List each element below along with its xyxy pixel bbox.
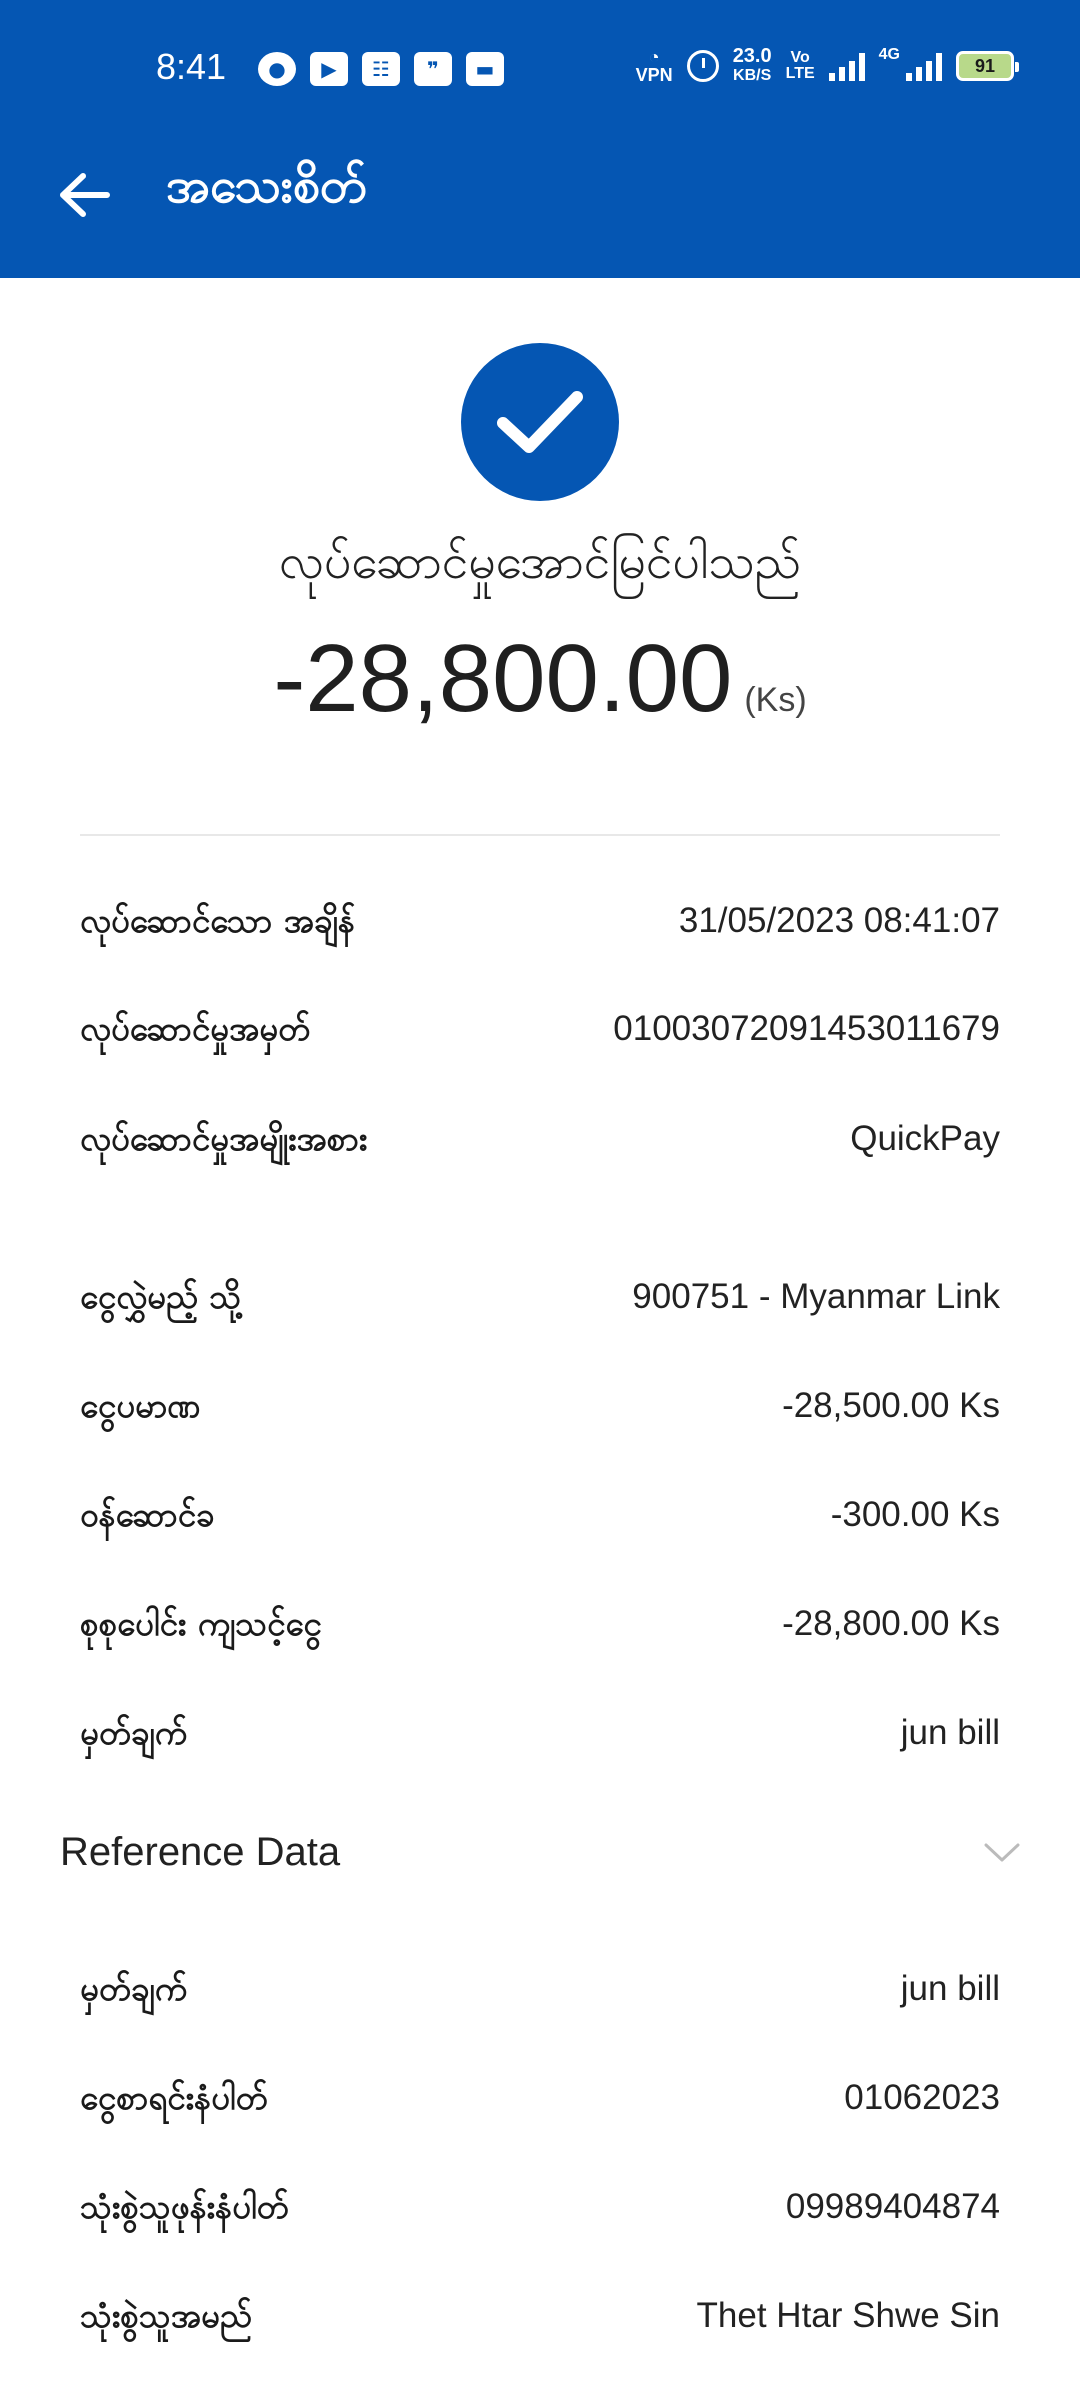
reference-label: မှတ်ချက်: [80, 1969, 188, 2008]
reference-row-customer-name: သုံးစွဲသူအမည် Thet Htar Shwe Sin: [80, 2293, 1000, 2339]
divider: [80, 834, 1000, 836]
status-time: 8:41: [156, 46, 227, 87]
alarm-icon: [686, 50, 719, 82]
back-button[interactable]: [50, 160, 120, 230]
battery-icon: 91: [956, 51, 1019, 81]
youtube-icon: ▶: [310, 52, 348, 86]
reference-label: သုံးစွဲသူဖုန်းနံပါတ်: [80, 2187, 289, 2226]
system-icons: ◔ VPN 23.0 KB/S Vo LTE 4G 91: [635, 46, 1019, 86]
detail-value: -28,800.00 Ks: [782, 1604, 1000, 1643]
chat-bubble-icon: ●: [258, 52, 296, 86]
status-bar: 8:41 ● ▶ ☷ ❞ ▬ ◔ VPN 23.0 KB/S Vo LTE 4G …: [0, 40, 1080, 100]
amount-value: -28,800.00: [273, 625, 733, 732]
app-header: 8:41 ● ▶ ☷ ❞ ▬ ◔ VPN 23.0 KB/S Vo LTE 4G …: [0, 0, 1080, 278]
network-speed-unit: KB/S: [733, 67, 772, 84]
network-speed-value: 23.0: [732, 45, 772, 67]
detail-label: မှတ်ချက်: [80, 1713, 188, 1752]
transaction-status: လုပ်ဆောင်မှုအောင်မြင်ပါသည်: [279, 534, 801, 590]
detail-label: ငွေပမာဏ: [80, 1386, 201, 1425]
contacts-icon: ☷: [362, 52, 400, 86]
reference-value: jun bill: [900, 1969, 1000, 2008]
detail-value: 31/05/2023 08:41:07: [678, 901, 1000, 940]
network-speed: 23.0 KB/S: [733, 46, 772, 86]
signal-2-icon: [906, 51, 942, 81]
reference-label: သုံးစွဲသူအမည်: [80, 2296, 252, 2335]
reference-row-remark: မှတ်ချက် jun bill: [80, 1966, 1000, 2012]
reference-value: Thet Htar Shwe Sin: [696, 2296, 1000, 2335]
arrow-left-icon: [60, 173, 110, 217]
detail-label: လုပ်ဆောင်မှုအမျိုးအစား: [80, 1119, 368, 1158]
network-type: 4G: [878, 46, 900, 63]
detail-row-transaction-type: လုပ်ဆောင်မှုအမျိုးအစား QuickPay: [80, 1116, 1000, 1162]
detail-row-amount: ငွေပမာဏ -28,500.00 Ks: [80, 1383, 1000, 1429]
detail-label: ငွေလွှဲမည့် သို့: [80, 1277, 242, 1316]
reference-value: 09989404874: [785, 2187, 1000, 2226]
reference-value: 01062023: [844, 2078, 1000, 2117]
reference-label: ငွေစာရင်းနံပါတ်: [80, 2078, 268, 2117]
signal-1-icon: [828, 51, 865, 81]
detail-row-service-fee: ဝန်ဆောင်ခ -300.00 Ks: [80, 1492, 1000, 1538]
success-check-icon: [461, 343, 619, 501]
total-amount: -28,800.00 (Ks): [0, 624, 1080, 734]
reference-data-title: Reference Data: [60, 1830, 341, 1874]
reference-row-phone: သုံးစွဲသူဖုန်းနံပါတ် 09989404874: [80, 2184, 1000, 2230]
reference-row-account-number: ငွေစာရင်းနံပါတ် 01062023: [80, 2075, 1000, 2121]
detail-row-total: စုစုပေါင်း ကျသင့်ငွေ -28,800.00 Ks: [80, 1601, 1000, 1647]
detail-label: ဝန်ဆောင်ခ: [80, 1495, 215, 1534]
detail-value: 01003072091453011679: [613, 1009, 1000, 1048]
folder-icon: ▬: [466, 52, 504, 86]
detail-value: -28,500.00 Ks: [782, 1386, 1000, 1425]
detail-value: QuickPay: [850, 1119, 1000, 1158]
detail-label: လုပ်ဆောင်သော အချိန်: [80, 901, 355, 940]
quote-icon: ❞: [414, 52, 452, 86]
detail-row-time: လုပ်ဆောင်သော အချိန် 31/05/2023 08:41:07: [80, 898, 1000, 944]
detail-row-transfer-to: ငွေလွှဲမည့် သို့ 900751 - Myanmar Link: [80, 1274, 1000, 1320]
volte-icon: Vo LTE: [785, 49, 815, 82]
detail-row-transaction-id: လုပ်ဆောင်မှုအမှတ် 01003072091453011679: [80, 1006, 1000, 1052]
detail-row-remark: မှတ်ချက် jun bill: [80, 1710, 1000, 1756]
amount-currency: (Ks): [744, 681, 807, 719]
vpn-icon: ◔ VPN: [635, 47, 673, 85]
detail-label: စုစုပေါင်း ကျသင့်ငွေ: [80, 1604, 322, 1643]
detail-label: လုပ်ဆောင်မှုအမှတ်: [80, 1009, 311, 1048]
page-title: အသေးစိတ်: [166, 158, 367, 214]
chevron-down-icon: [982, 1833, 1022, 1873]
detail-value: -300.00 Ks: [830, 1495, 1000, 1534]
notification-icons: ● ▶ ☷ ❞ ▬: [258, 52, 504, 86]
detail-value: jun bill: [900, 1713, 1000, 1752]
detail-value: 900751 - Myanmar Link: [632, 1277, 1000, 1316]
reference-data-toggle[interactable]: Reference Data: [60, 1830, 1022, 1875]
